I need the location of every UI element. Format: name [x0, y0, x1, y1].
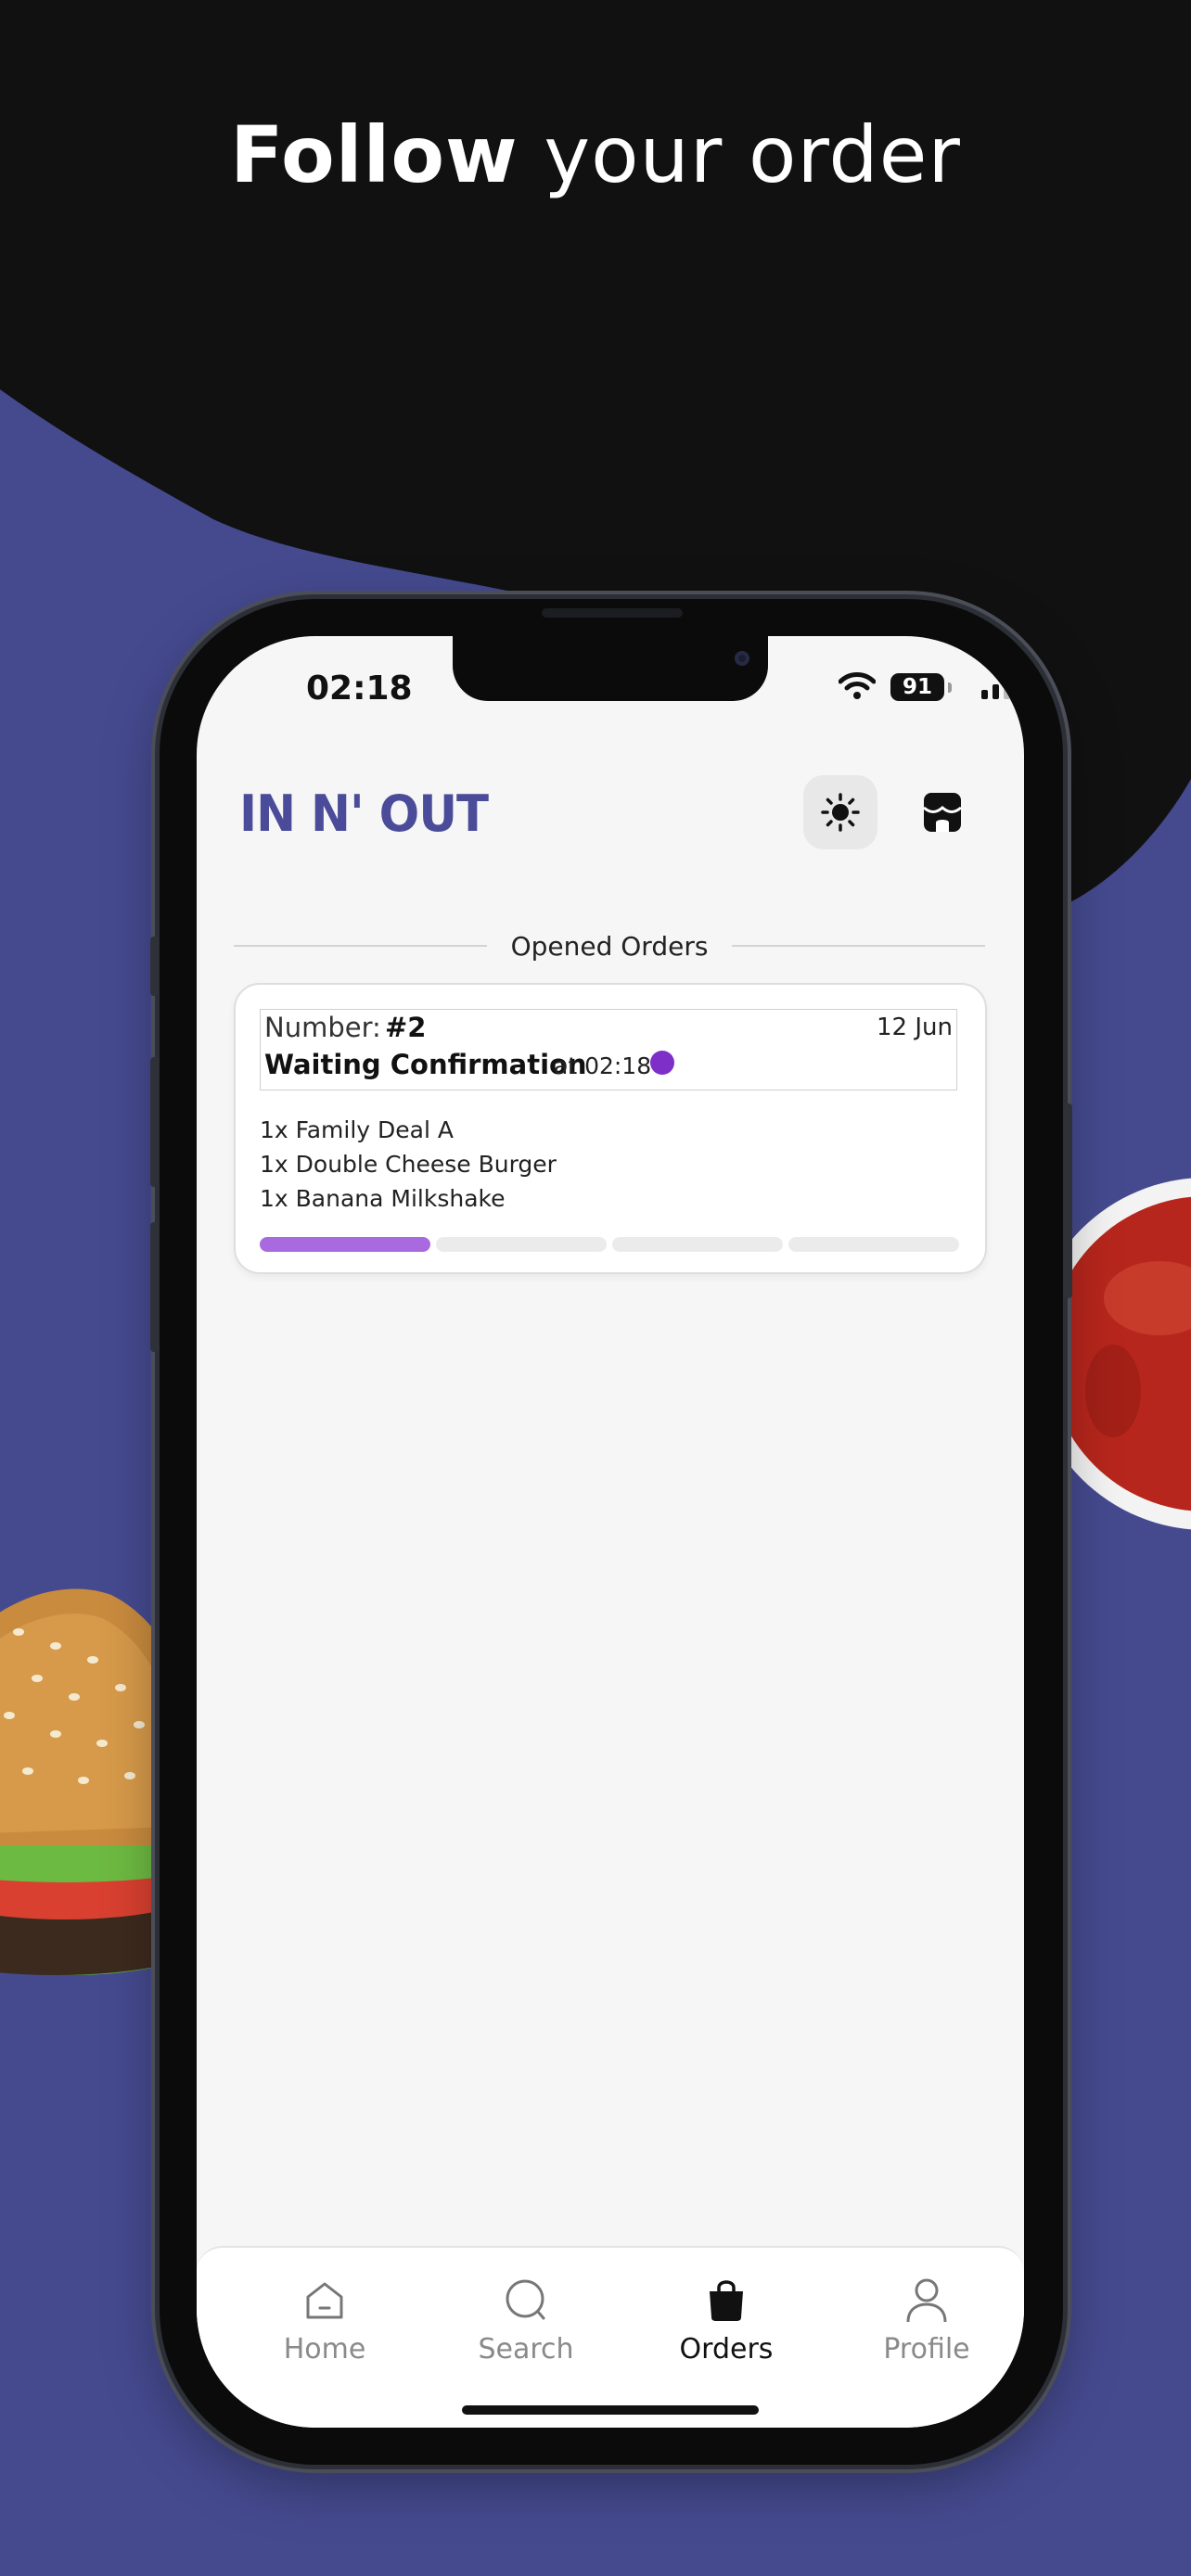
- section-title: Opened Orders: [510, 930, 709, 962]
- tab-search-label: Search: [478, 2333, 574, 2366]
- headline: Follow your order: [0, 109, 1191, 200]
- progress-segment: [788, 1237, 959, 1252]
- divider-right: [732, 945, 985, 947]
- sun-icon: [821, 793, 860, 832]
- battery-tip: [948, 682, 952, 693]
- divider-left: [234, 945, 487, 947]
- status-indicator-dot: [650, 1051, 674, 1075]
- progress-segment: [612, 1237, 783, 1252]
- order-number: #2: [385, 1012, 427, 1043]
- order-date: 12 Jun: [877, 1014, 953, 1041]
- headline-bold: Follow: [230, 109, 519, 200]
- opened-orders-header: Opened Orders: [234, 925, 985, 966]
- battery-indicator: 91: [890, 673, 944, 701]
- home-icon: [306, 2282, 343, 2319]
- shopping-bag-icon: [710, 2280, 743, 2321]
- order-progress-bar: [260, 1237, 959, 1252]
- progress-segment: [260, 1237, 430, 1252]
- tab-profile[interactable]: Profile: [852, 2276, 1001, 2366]
- user-icon: [906, 2278, 947, 2323]
- order-card[interactable]: Number: #2 12 Jun Waiting Confirmation a…: [234, 983, 987, 1274]
- search-icon: [506, 2279, 545, 2320]
- camera-icon: [735, 651, 749, 666]
- phone-side-button: [150, 937, 159, 996]
- phone-screen: 02:18 91 IN N' OUT Opened Orders Number:…: [197, 636, 1024, 2428]
- status-time: 02:18: [306, 670, 413, 708]
- phone-volume-down: [150, 1222, 159, 1352]
- store-icon: [923, 793, 962, 832]
- order-items: 1x Family Deal A 1x Double Cheese Burger…: [260, 1113, 557, 1216]
- tab-home[interactable]: Home: [250, 2276, 399, 2366]
- tab-profile-label: Profile: [883, 2333, 970, 2366]
- order-status-time: at 02:18: [554, 1052, 652, 1079]
- order-status: Waiting Confirmation: [264, 1049, 587, 1080]
- app-logo: IN N' OUT: [239, 784, 489, 843]
- progress-segment: [436, 1237, 607, 1252]
- order-item: 1x Banana Milkshake: [260, 1185, 506, 1212]
- theme-toggle-button[interactable]: [803, 775, 877, 849]
- order-header: Number: #2 12 Jun Waiting Confirmation a…: [260, 1009, 957, 1090]
- phone-volume-up: [150, 1057, 159, 1187]
- store-button[interactable]: [905, 775, 980, 849]
- home-indicator: [462, 2405, 759, 2415]
- tab-bar: Home Search Orders Profile: [197, 2246, 1024, 2428]
- tab-search[interactable]: Search: [452, 2276, 600, 2366]
- order-item: 1x Family Deal A: [260, 1116, 454, 1143]
- tab-home-label: Home: [283, 2333, 366, 2366]
- tab-orders-label: Orders: [679, 2333, 774, 2366]
- phone-speaker: [542, 608, 683, 618]
- tab-orders[interactable]: Orders: [652, 2276, 800, 2366]
- notch: [453, 636, 768, 701]
- order-number-label: Number:: [264, 1012, 381, 1043]
- headline-rest: your order: [544, 109, 961, 200]
- phone-power-button: [1064, 1103, 1072, 1298]
- order-item: 1x Double Cheese Burger: [260, 1151, 557, 1178]
- wifi-icon: [839, 672, 876, 699]
